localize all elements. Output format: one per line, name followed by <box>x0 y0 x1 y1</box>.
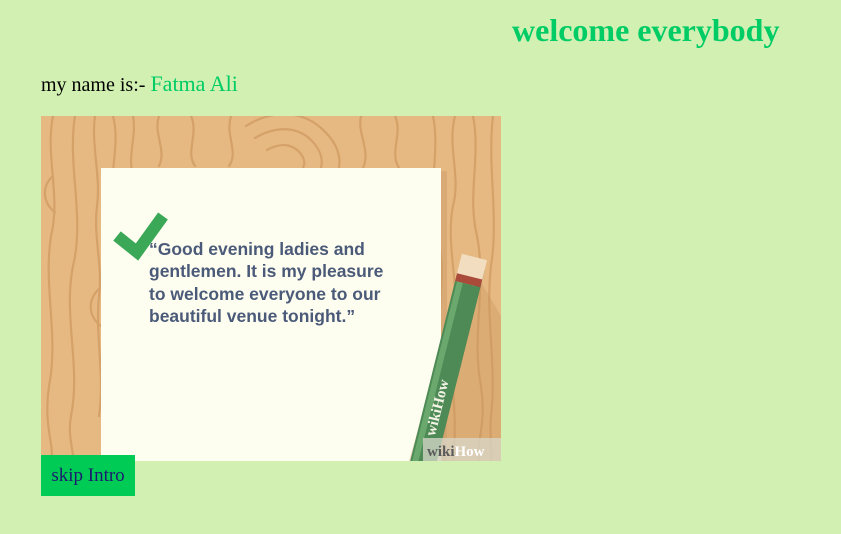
skip-intro-button[interactable]: skip Intro <box>41 455 135 496</box>
name-value: Fatma Ali <box>150 71 238 96</box>
quote-line: “Good evening ladies and <box>149 239 365 259</box>
watermark-logo: wikiHow <box>427 444 485 460</box>
quote-line: to welcome everyone to our <box>149 284 381 304</box>
name-line: my name is:- Fatma Ali <box>41 71 238 98</box>
watermark-how: How <box>455 444 485 460</box>
watermark-wiki: wiki <box>427 444 455 460</box>
quote-line: gentlemen. It is my pleasure <box>149 261 384 281</box>
quote-line: beautiful venue tonight.” <box>149 306 355 326</box>
intro-image: “Good evening ladies and gentlemen. It i… <box>41 116 501 461</box>
name-label: my name is:- <box>41 74 146 96</box>
page-title: welcome everybody <box>512 12 780 48</box>
